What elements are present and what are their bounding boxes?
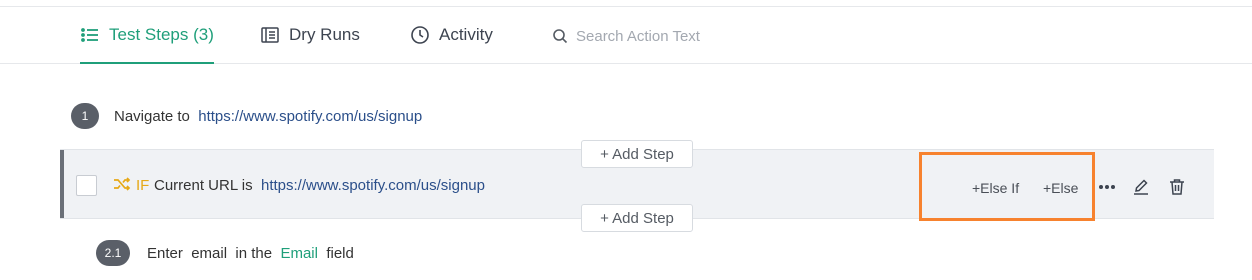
row-indicator-bar	[60, 150, 64, 218]
search-icon	[552, 28, 568, 44]
step-2-1-text: Enter email in the Email field	[147, 240, 354, 266]
step-action: Enter	[147, 244, 183, 262]
search-input[interactable]	[576, 27, 776, 45]
add-else-if-button[interactable]: +Else If	[972, 178, 1019, 198]
trash-icon[interactable]	[1167, 177, 1187, 197]
add-else-button[interactable]: +Else	[1043, 178, 1078, 198]
edit-icon[interactable]	[1131, 177, 1151, 197]
if-condition: Current URL is	[154, 176, 253, 194]
more-icon[interactable]	[1097, 177, 1117, 197]
add-step-button-above[interactable]: + Add Step	[581, 140, 693, 168]
step-number-badge: 1	[71, 103, 99, 129]
tab-bar: Test Steps (3) Dry Runs Activity	[0, 7, 1252, 64]
step-url: https://www.spotify.com/us/signup	[198, 107, 423, 125]
tab-test-steps[interactable]: Test Steps (3)	[80, 7, 214, 64]
dry-runs-icon	[260, 25, 280, 45]
tab-test-steps-label: Test Steps (3)	[109, 25, 214, 44]
if-url: https://www.spotify.com/us/signup	[260, 176, 485, 194]
step-field-name: Email	[280, 244, 318, 262]
shuffle-icon	[112, 174, 132, 194]
step-preposition: in the	[235, 244, 273, 262]
tab-activity-label: Activity	[439, 25, 493, 44]
step-number-badge: 2.1	[96, 240, 130, 266]
list-icon	[80, 25, 100, 45]
step-checkbox[interactable]	[76, 175, 97, 196]
tab-dry-runs[interactable]: Dry Runs	[260, 7, 360, 63]
step-value: email	[191, 244, 228, 262]
step-action: Navigate to	[114, 107, 190, 125]
clock-icon	[410, 25, 430, 45]
step-1-text: Navigate to https://www.spotify.com/us/s…	[114, 103, 422, 129]
if-keyword: IF	[136, 176, 150, 194]
search-box	[552, 23, 776, 49]
add-step-button-below[interactable]: + Add Step	[581, 204, 693, 232]
step-suffix: field	[326, 244, 354, 262]
if-condition-text: Current URL is https://www.spotify.com/u…	[154, 172, 485, 198]
tab-dry-runs-label: Dry Runs	[289, 25, 360, 44]
tab-activity[interactable]: Activity	[410, 7, 493, 63]
